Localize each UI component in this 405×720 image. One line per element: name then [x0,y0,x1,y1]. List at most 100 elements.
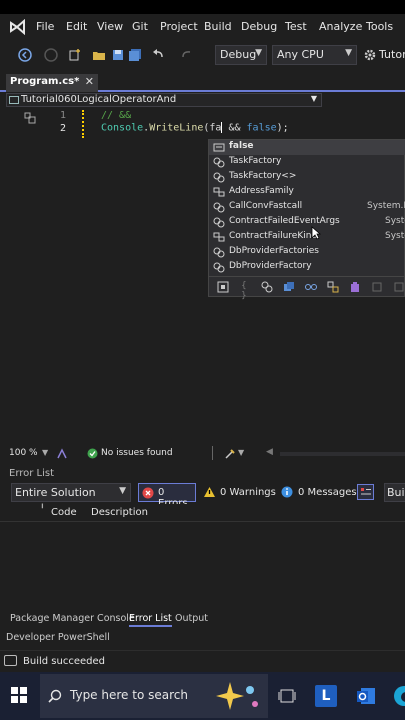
forward-icon[interactable] [44,48,58,62]
tab-output[interactable]: Output [175,613,208,624]
errors-filter-button[interactable]: 0 Errors [138,483,196,509]
output-icon [4,655,17,666]
warnings-count[interactable]: 0 Warnings [220,487,276,498]
completion-label: CallConvFastcall [229,201,303,211]
bottom-panel-tabs: Package Manager Console Error List Outpu… [0,610,405,628]
messages-count[interactable]: 0 Messages [298,487,357,498]
code-line-2[interactable]: Console.WriteLine(fa && false); [101,122,289,134]
completion-label: ContractFailedEventArgs [229,216,340,226]
build-status: Build succeeded [23,656,105,667]
scope-dropdown[interactable]: Entire Solution ▼ [11,483,131,502]
chevron-down-icon: ▼ [310,94,317,103]
completion-item[interactable]: DbProviderFactories [209,245,405,260]
code-cleanup-icon[interactable] [224,448,236,460]
warning-icon [204,487,215,497]
close-icon[interactable]: ✕ [85,75,94,88]
sort-icon[interactable]: ╹ [40,504,45,513]
chevron-down-icon: ▼ [255,48,262,58]
project-icon [9,96,19,104]
comment-token: // && [101,110,132,121]
tab-label: Program.cs* [10,76,80,87]
new-project-icon[interactable] [68,48,82,62]
menu-build[interactable]: Build [204,20,232,33]
class-icon [213,202,225,213]
completion-label: DbProviderFactories [229,246,319,256]
class-icon [213,247,225,258]
check-circle-icon [87,448,98,459]
expand-filter-icon[interactable] [217,281,229,293]
mouse-cursor-icon [311,226,321,240]
menu-test[interactable]: Test [285,20,307,33]
completion-item[interactable]: ContractFailureKind Syste [209,230,405,245]
chevron-down-icon[interactable]: ▼ [42,448,48,457]
save-all-icon[interactable] [128,48,142,62]
menu-view[interactable]: View [97,20,123,33]
windows-start-icon[interactable] [11,687,27,703]
divider [212,446,213,460]
class-filter-icon[interactable] [261,281,273,293]
completion-label: AddressFamily [229,186,294,196]
issues-status[interactable]: No issues found [101,448,173,458]
column-code[interactable]: Code [51,507,77,518]
project-navigation-dropdown[interactable]: Tutorial060LogicalOperatorAnd ▼ [6,93,322,107]
chevron-down-icon: ▼ [119,486,126,496]
menu-file[interactable]: File [36,20,54,33]
menu-git[interactable]: Git [132,20,148,33]
redo-icon[interactable] [180,48,194,62]
intellisense-popup[interactable]: false TaskFactory TaskFactory<> AddressF… [208,139,405,301]
back-icon[interactable] [18,48,32,62]
completion-item[interactable]: ContractFailedEventArgs Syste [209,215,405,230]
class-icon [213,217,225,228]
interface-filter-icon[interactable] [305,281,317,293]
undo-icon[interactable] [151,48,165,62]
configuration-dropdown[interactable]: Debug ▼ [215,45,267,65]
copilot-icon[interactable] [56,448,68,460]
build-intellisense-dropdown[interactable]: Buil [384,483,405,502]
standard-toolbar: Debug ▼ Any CPU ▼ Tutori [0,40,405,70]
developer-powershell-tab[interactable]: Developer PowerShell [0,629,405,647]
edge-icon[interactable] [393,685,405,707]
save-icon[interactable] [111,48,125,62]
zoom-level[interactable]: 100 % [9,448,38,458]
completion-item[interactable]: TaskFactory<> [209,170,405,185]
scroll-left-icon[interactable]: ◀ [266,447,273,457]
namespace-filter-icon[interactable] [371,281,383,293]
completion-item[interactable]: TaskFactory [209,155,405,170]
delegate-filter-icon[interactable] [349,281,361,293]
column-description[interactable]: Description [91,507,148,518]
task-view-icon[interactable] [276,685,298,707]
completion-item[interactable]: CallConvFastcall System.R [209,200,405,215]
project-name: Tutorial060LogicalOperatorAnd [21,94,177,105]
enum-filter-icon[interactable] [327,281,339,293]
menu-analyze[interactable]: Analyze [319,20,362,33]
menu-tools[interactable]: Tools [366,20,393,33]
snippet-filter-icon[interactable]: { } [241,281,253,301]
outlook-icon[interactable] [355,685,377,707]
horizontal-scrollbar[interactable] [280,452,405,456]
class-token: Console [101,122,144,134]
completion-item[interactable]: DbProviderFactory [209,260,405,275]
run-target-label[interactable]: Tutori [379,48,405,61]
error-list-toolbar: Entire Solution ▼ 0 Errors 0 Warnings 0 … [0,482,405,509]
platform-dropdown[interactable]: Any CPU ▼ [272,45,357,65]
completion-item[interactable]: AddressFamily [209,185,405,200]
module-filter-icon[interactable] [393,281,405,293]
line-number: 2 [59,123,66,134]
chevron-down-icon[interactable]: ▼ [238,448,244,457]
change-tracking-bar [82,110,85,138]
tab-error-list[interactable]: Error List [129,613,172,627]
search-icon [48,689,62,703]
tab-package-manager-console[interactable]: Package Manager Console [10,613,135,624]
completion-item-false[interactable]: false [209,140,405,155]
code-line-1[interactable]: // && [101,110,131,121]
struct-filter-icon[interactable] [283,281,295,293]
open-folder-icon[interactable] [92,48,106,62]
filter-icon[interactable] [357,484,374,500]
app-l-icon[interactable]: L [315,685,337,707]
tab-program-cs[interactable]: Program.cs* ✕ [6,74,98,92]
menu-edit[interactable]: Edit [66,20,87,33]
menu-project[interactable]: Project [160,20,198,33]
taskbar-search[interactable]: Type here to search [40,674,268,718]
menu-debug[interactable]: Debug [241,20,277,33]
gear-icon[interactable] [363,48,377,62]
